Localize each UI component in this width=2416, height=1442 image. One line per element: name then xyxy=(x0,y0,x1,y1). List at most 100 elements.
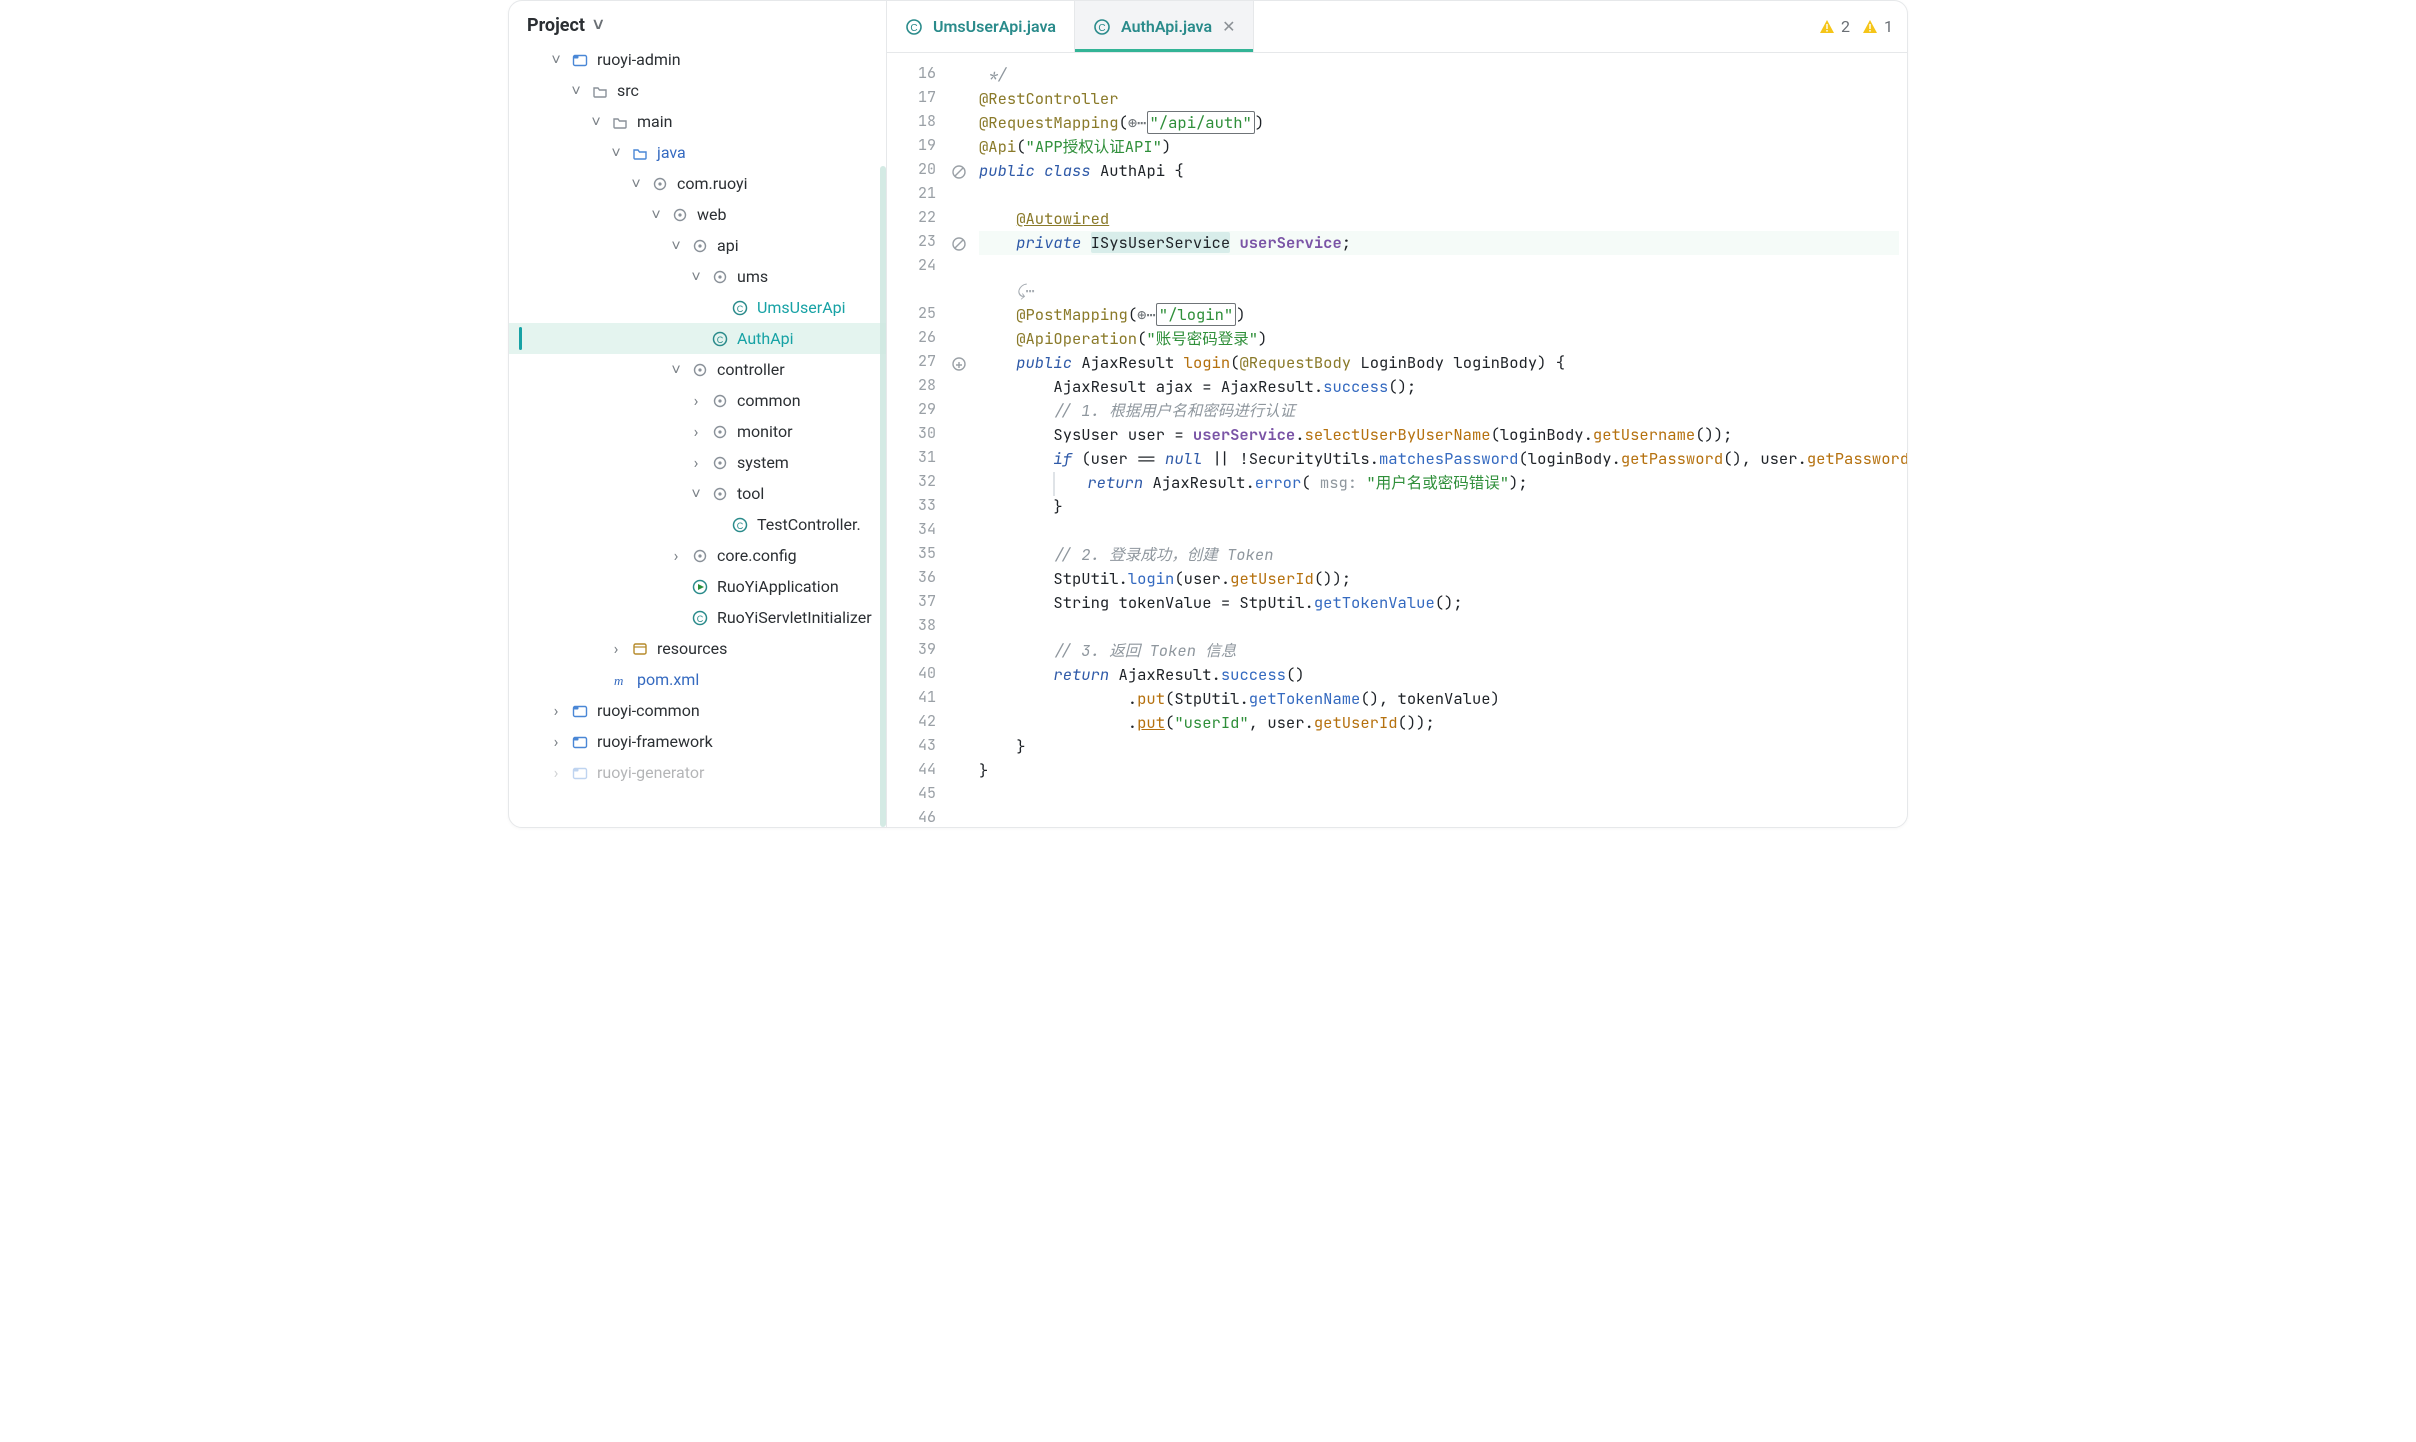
tab-authapi[interactable]: C AuthApi.java ✕ xyxy=(1075,1,1254,52)
line-number[interactable]: 34 xyxy=(887,519,936,543)
chevron-right-icon[interactable]: › xyxy=(549,695,563,726)
chevron-down-icon[interactable]: ˅ xyxy=(629,168,643,199)
line-number[interactable]: 27 xyxy=(887,351,936,375)
chevron-down-icon[interactable]: ˅ xyxy=(669,354,683,385)
chevron-down-icon[interactable]: ˅ xyxy=(589,106,603,137)
tree-row[interactable]: ˅src xyxy=(509,75,886,106)
tree-row[interactable]: ›common xyxy=(509,385,886,416)
tree-row[interactable]: ›system xyxy=(509,447,886,478)
line-number[interactable]: 17 xyxy=(887,87,936,111)
line-number[interactable]: 41 xyxy=(887,687,936,711)
line-number[interactable]: 33 xyxy=(887,495,936,519)
no-entry-gutter-icon[interactable] xyxy=(947,159,971,183)
chevron-right-icon[interactable]: › xyxy=(609,633,623,664)
code-line[interactable]: if (user == null || !SecurityUtils.match… xyxy=(979,447,1899,471)
readwrite-gutter-icon[interactable] xyxy=(947,351,971,375)
tab-umsuserapi[interactable]: C UmsUserApi.java xyxy=(887,1,1075,52)
tree-row[interactable]: ›core.config xyxy=(509,540,886,571)
tree-row[interactable]: CAuthApi xyxy=(509,323,886,354)
code-line[interactable]: return AjaxResult.success() xyxy=(979,663,1899,687)
code-line[interactable] xyxy=(979,783,1899,807)
line-number[interactable]: 31 xyxy=(887,447,936,471)
line-number[interactable]: 42 xyxy=(887,711,936,735)
line-number[interactable]: 26 xyxy=(887,327,936,351)
code-line[interactable]: */ xyxy=(979,63,1899,87)
line-number[interactable]: 23 xyxy=(887,231,936,255)
chevron-right-icon[interactable]: › xyxy=(549,757,563,788)
tree-row[interactable]: ›resources xyxy=(509,633,886,664)
line-number[interactable]: 43 xyxy=(887,735,936,759)
code-line[interactable]: } xyxy=(979,759,1899,783)
no-entry-gutter-icon[interactable] xyxy=(947,231,971,255)
code-line[interactable]: @ApiOperation("账号密码登录") xyxy=(979,327,1899,351)
line-number[interactable]: 25 xyxy=(887,303,936,327)
tree-row[interactable]: ˅java xyxy=(509,137,886,168)
chevron-right-icon[interactable]: › xyxy=(689,385,703,416)
line-number[interactable] xyxy=(887,279,936,303)
tree-row[interactable]: ˅api xyxy=(509,230,886,261)
project-header[interactable]: Project ˅ xyxy=(509,1,886,44)
code-line[interactable]: @Api("APP授权认证API") xyxy=(979,135,1899,159)
line-number[interactable]: 46 xyxy=(887,807,936,828)
inspections-summary[interactable]: 2 1 xyxy=(1805,1,1907,52)
code-line[interactable]: @RequestMapping(⊕⋯"/api/auth") xyxy=(979,111,1899,135)
code-line[interactable]: // 1. 根据用户名和密码进行认证 xyxy=(979,399,1899,423)
line-number[interactable]: 40 xyxy=(887,663,936,687)
code-line[interactable]: StpUtil.login(user.getUserId()); xyxy=(979,567,1899,591)
tree-row[interactable]: ›monitor xyxy=(509,416,886,447)
code-line[interactable] xyxy=(979,519,1899,543)
code-line[interactable]: } xyxy=(979,495,1899,519)
line-number[interactable]: 28 xyxy=(887,375,936,399)
chevron-right-icon[interactable]: › xyxy=(689,416,703,447)
chevron-right-icon[interactable]: › xyxy=(689,447,703,478)
tree-row[interactable]: ˅ruoyi-admin xyxy=(509,44,886,75)
line-number[interactable]: 18 xyxy=(887,111,936,135)
tree-row[interactable]: ˅tool xyxy=(509,478,886,509)
line-number[interactable]: 20 xyxy=(887,159,936,183)
line-number-gutter[interactable]: 1617181920212223242526272829303132333435… xyxy=(887,53,947,827)
line-number[interactable]: 21 xyxy=(887,183,936,207)
code-line[interactable]: private ISysUserService userService; xyxy=(979,231,1899,255)
chevron-right-icon[interactable]: › xyxy=(669,540,683,571)
chevron-down-icon[interactable]: ˅ xyxy=(689,261,703,292)
line-number[interactable]: 38 xyxy=(887,615,936,639)
tree-row[interactable]: ˅com.ruoyi xyxy=(509,168,886,199)
code-line[interactable]: // 3. 返回 Token 信息 xyxy=(979,639,1899,663)
tree-row[interactable]: ›ruoyi-generator xyxy=(509,757,886,788)
tree-row[interactable]: ˅controller xyxy=(509,354,886,385)
code-line[interactable]: @PostMapping(⊕⋯"/login") xyxy=(979,303,1899,327)
code-line[interactable] xyxy=(979,255,1899,279)
tree-row[interactable]: CRuoYiServletInitializer xyxy=(509,602,886,633)
chevron-down-icon[interactable]: ˅ xyxy=(669,230,683,261)
project-tree[interactable]: ˅ruoyi-admin˅src˅main˅java˅com.ruoyi˅web… xyxy=(509,44,886,827)
code-line[interactable]: SysUser user = userService.selectUserByU… xyxy=(979,423,1899,447)
code-line[interactable]: public class AuthApi { xyxy=(979,159,1899,183)
tree-row[interactable]: ›ruoyi-common xyxy=(509,695,886,726)
code-editor[interactable]: */@RestController@RequestMapping(⊕⋯"/api… xyxy=(971,53,1907,827)
line-number[interactable]: 35 xyxy=(887,543,936,567)
code-line[interactable]: String tokenValue = StpUtil.getTokenValu… xyxy=(979,591,1899,615)
line-number[interactable]: 37 xyxy=(887,591,936,615)
tree-row[interactable]: RuoYiApplication xyxy=(509,571,886,602)
line-number[interactable]: 29 xyxy=(887,399,936,423)
line-number[interactable]: 16 xyxy=(887,63,936,87)
code-line[interactable] xyxy=(979,615,1899,639)
line-number[interactable]: 22 xyxy=(887,207,936,231)
code-line[interactable]: public AjaxResult login(@RequestBody Log… xyxy=(979,351,1899,375)
tree-row[interactable]: ›ruoyi-framework xyxy=(509,726,886,757)
code-line[interactable]: // 2. 登录成功，创建 Token xyxy=(979,543,1899,567)
tree-row[interactable]: CUmsUserApi xyxy=(509,292,886,323)
code-line[interactable]: AjaxResult ajax = AjaxResult.success(); xyxy=(979,375,1899,399)
line-number[interactable]: 19 xyxy=(887,135,936,159)
tree-row[interactable]: mpom.xml xyxy=(509,664,886,695)
close-icon[interactable]: ✕ xyxy=(1222,17,1235,36)
code-line[interactable]: ⤹⋯ xyxy=(979,279,1899,303)
tree-row[interactable]: CTestController. xyxy=(509,509,886,540)
line-number[interactable]: 30 xyxy=(887,423,936,447)
code-line[interactable] xyxy=(979,183,1899,207)
code-line[interactable] xyxy=(979,807,1899,827)
tree-row[interactable]: ˅main xyxy=(509,106,886,137)
tree-row[interactable]: ˅web xyxy=(509,199,886,230)
line-number[interactable]: 24 xyxy=(887,255,936,279)
chevron-down-icon[interactable]: ˅ xyxy=(549,44,563,75)
